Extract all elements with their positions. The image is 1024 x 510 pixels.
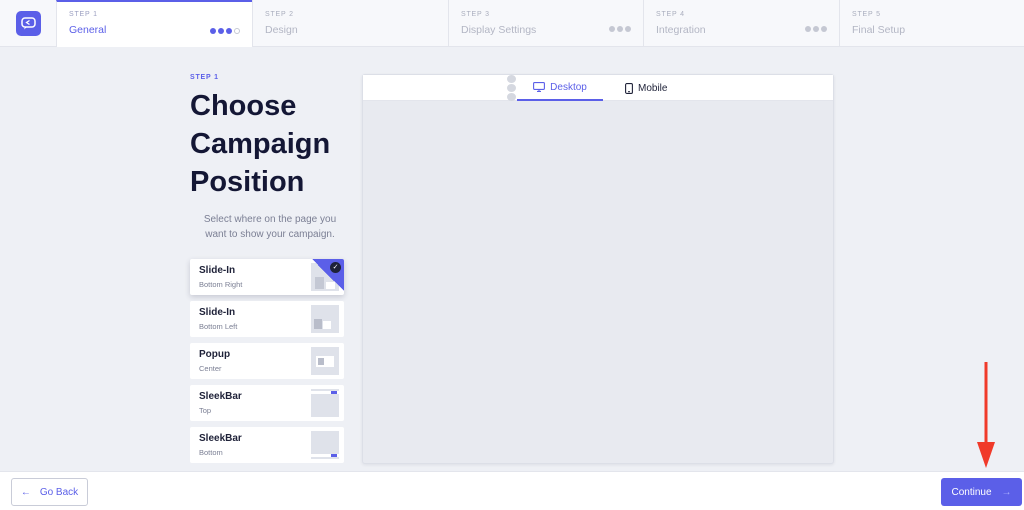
app-logo-icon[interactable] bbox=[15, 11, 41, 36]
device-tabs: Desktop Mobile bbox=[363, 75, 833, 101]
step-number: STEP 4 bbox=[656, 11, 685, 18]
tab-desktop[interactable]: Desktop bbox=[517, 75, 603, 101]
page-title-line: Choose bbox=[190, 90, 297, 122]
continue-label: Continue bbox=[951, 486, 992, 498]
drag-handle-icon[interactable] bbox=[507, 75, 516, 101]
step-title: Final Setup bbox=[852, 24, 906, 36]
option-sleekbar-bottom[interactable]: SleekBar Bottom bbox=[190, 427, 344, 463]
sleekbar-bottom-thumbnail bbox=[311, 431, 339, 459]
step-general[interactable]: STEP 1 General bbox=[56, 0, 252, 47]
option-popup-center[interactable]: Popup Center bbox=[190, 343, 344, 379]
step-integration[interactable]: STEP 4 Integration bbox=[643, 0, 839, 47]
arrow-right-icon: → bbox=[1001, 486, 1012, 498]
popup-center-thumbnail bbox=[311, 347, 339, 375]
tab-label: Desktop bbox=[550, 81, 587, 93]
tab-mobile[interactable]: Mobile bbox=[625, 75, 667, 101]
option-slide-in-bottom-left[interactable]: Slide-In Bottom Left bbox=[190, 301, 344, 337]
slide-in-bottom-left-thumbnail bbox=[311, 305, 339, 333]
footer-bar: ← Go Back Continue → bbox=[0, 471, 1024, 510]
step-title: Display Settings bbox=[461, 24, 537, 36]
continue-button[interactable]: Continue → bbox=[941, 478, 1022, 506]
option-slide-in-bottom-right[interactable]: Slide-In Bottom Right ✓ bbox=[190, 259, 344, 295]
step-title: Design bbox=[265, 24, 298, 36]
annotation-arrow-icon bbox=[977, 362, 995, 468]
step-number: STEP 2 bbox=[265, 11, 294, 18]
page-subtitle: Select where on the page you want to sho… bbox=[203, 214, 337, 240]
mobile-icon bbox=[625, 82, 633, 94]
step-number: STEP 1 bbox=[69, 11, 98, 18]
desktop-icon bbox=[533, 82, 546, 92]
go-back-button[interactable]: ← Go Back bbox=[11, 478, 88, 506]
page-title-line: Position bbox=[190, 166, 305, 198]
logo-cell bbox=[0, 0, 56, 47]
page-title: Choose Campaign Position bbox=[190, 87, 350, 201]
step-title: Integration bbox=[656, 24, 706, 36]
step-progress-dots bbox=[609, 26, 631, 32]
arrow-left-icon: ← bbox=[20, 486, 31, 498]
tab-label: Mobile bbox=[638, 82, 668, 94]
step-display-settings[interactable]: STEP 3 Display Settings bbox=[448, 0, 643, 47]
position-options-list: Slide-In Bottom Right ✓ Slide-In Bottom … bbox=[190, 259, 344, 469]
step-number: STEP 5 bbox=[852, 11, 881, 18]
option-sleekbar-top[interactable]: SleekBar Top bbox=[190, 385, 344, 421]
step-final-setup[interactable]: STEP 5 Final Setup bbox=[839, 0, 1024, 47]
checkmark-icon: ✓ bbox=[330, 262, 341, 273]
stepper-bar: STEP 1 General STEP 2 Design STEP 3 Disp… bbox=[0, 0, 1024, 47]
page-title-line: Campaign bbox=[190, 128, 331, 160]
go-back-label: Go Back bbox=[39, 486, 79, 498]
step-label: STEP 1 bbox=[190, 74, 219, 81]
step-progress-dots bbox=[210, 28, 240, 34]
sleekbar-top-thumbnail bbox=[311, 389, 339, 417]
step-design[interactable]: STEP 2 Design bbox=[252, 0, 448, 47]
campaign-preview-panel: Desktop Mobile bbox=[362, 74, 834, 464]
step-number: STEP 3 bbox=[461, 11, 490, 18]
position-intro: STEP 1 Choose Campaign Position Select w… bbox=[190, 74, 345, 242]
step-progress-dots bbox=[805, 26, 827, 32]
